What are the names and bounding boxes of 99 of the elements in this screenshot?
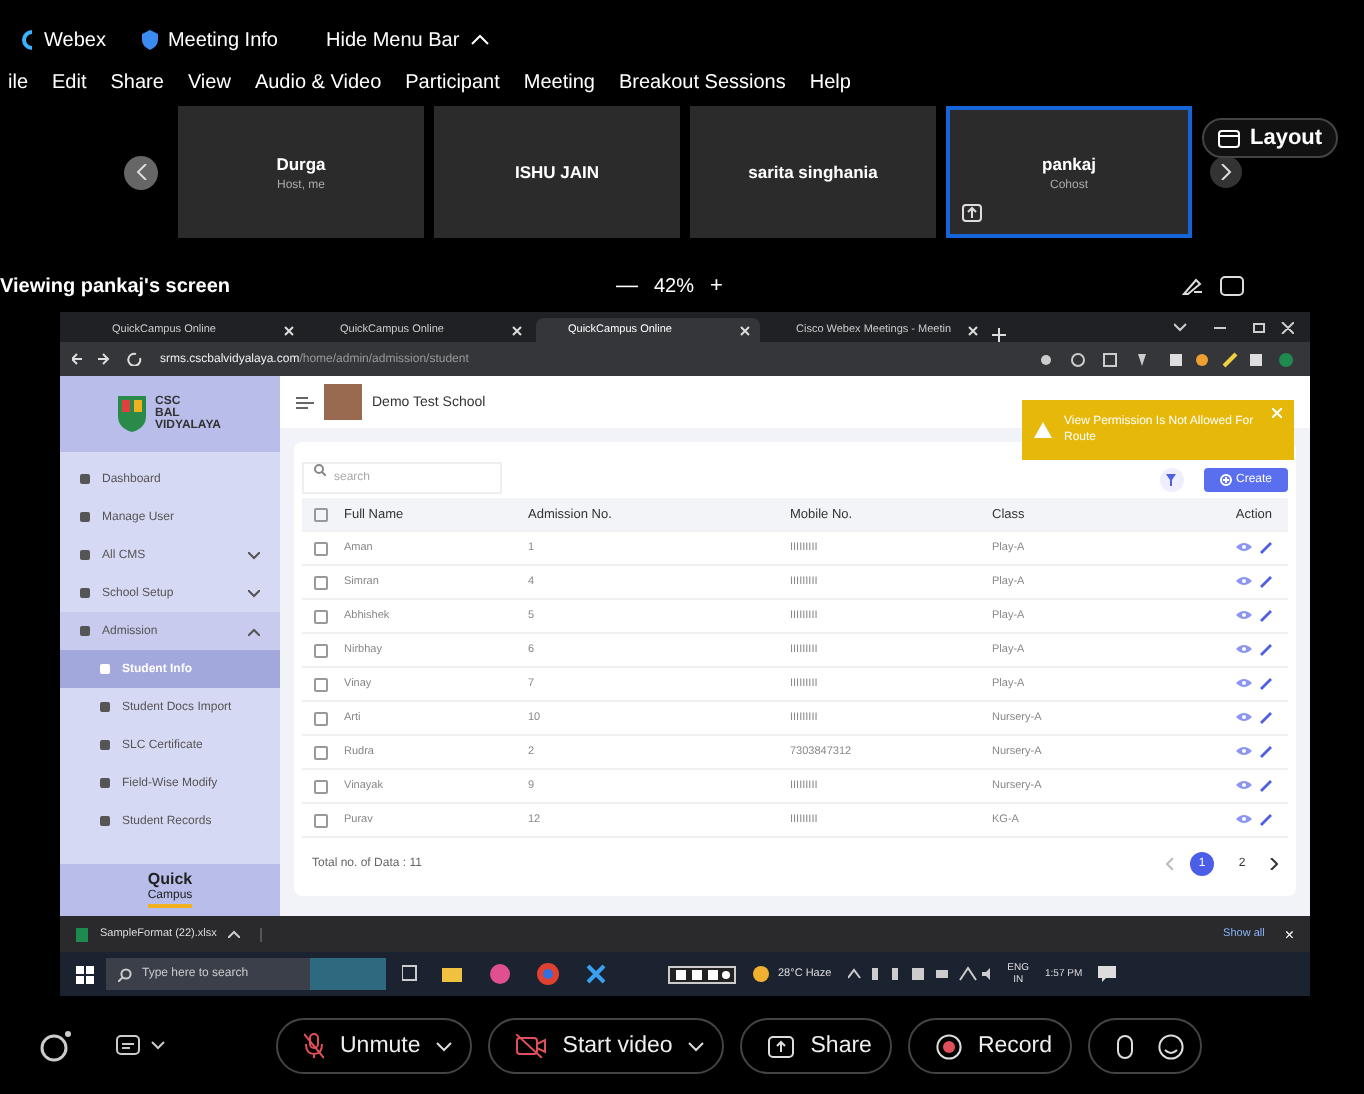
menu-item[interactable]: Help: [809, 72, 851, 104]
view-icon[interactable]: [1236, 712, 1252, 722]
chevron-left-icon: [135, 164, 147, 180]
layout-button[interactable]: Layout: [1202, 118, 1339, 158]
record-button[interactable]: Record: [907, 1018, 1073, 1074]
zoom-level: 42%: [654, 275, 695, 297]
search-icon: [314, 464, 326, 476]
edit-icon[interactable]: [1260, 576, 1272, 588]
close-button[interactable]: ×: [1284, 925, 1294, 943]
close-icon[interactable]: [512, 325, 522, 335]
close-icon[interactable]: [284, 325, 294, 335]
webex-logo-icon: [20, 30, 36, 50]
chevron-right-icon[interactable]: [1270, 858, 1278, 870]
menu-item[interactable]: Breakout Sessions: [618, 72, 786, 104]
warning-icon: [1034, 422, 1052, 438]
meeting-info-button[interactable]: Meeting Info: [141, 29, 278, 51]
row-checkbox[interactable]: [314, 813, 328, 827]
menu-item[interactable]: Share: [110, 72, 164, 104]
close-icon[interactable]: [740, 325, 750, 335]
app-name: Webex: [44, 29, 106, 51]
zoom-in-button[interactable]: +: [710, 274, 723, 298]
view-icon[interactable]: [1236, 542, 1252, 552]
row-checkbox[interactable]: [314, 677, 328, 691]
video-button[interactable]: Start video: [488, 1018, 725, 1074]
more-controls-button[interactable]: [1088, 1018, 1203, 1074]
row-checkbox[interactable]: [314, 745, 328, 759]
row-checkbox[interactable]: [314, 779, 328, 793]
plus-circle-icon: [1219, 474, 1232, 486]
menu-item[interactable]: Audio & Video: [254, 72, 382, 104]
menu-item[interactable]: Participant: [405, 72, 500, 104]
video-off-icon: [516, 1034, 547, 1058]
new-tab-icon[interactable]: [992, 328, 1006, 342]
shield-icon: [141, 30, 158, 50]
hide-menu-bar-button[interactable]: Hide Menu Bar: [326, 29, 490, 51]
select-all-checkbox[interactable]: [314, 507, 328, 521]
edit-icon[interactable]: [1260, 610, 1272, 622]
annotate-icon[interactable]: [1182, 276, 1205, 296]
participant-name: ISHU JAIN: [514, 162, 600, 182]
layout-icon: [1218, 129, 1240, 147]
view-icon[interactable]: [1236, 746, 1252, 756]
previous-button[interactable]: [124, 155, 158, 189]
edit-icon[interactable]: [1260, 542, 1272, 554]
menu-item[interactable]: ile: [8, 72, 29, 104]
row-checkbox[interactable]: [314, 711, 328, 725]
zoom-out-button[interactable]: —: [616, 274, 638, 298]
windows-logo-icon[interactable]: [76, 965, 94, 983]
crest-icon: [118, 396, 147, 432]
row-checkbox[interactable]: [314, 609, 328, 623]
viewing-label: Viewing pankaj's screen: [0, 275, 233, 297]
share-button[interactable]: Share: [740, 1018, 892, 1074]
circle-icon[interactable]: [40, 1030, 72, 1062]
row-checkbox[interactable]: [314, 643, 328, 657]
edit-icon[interactable]: [1260, 780, 1272, 792]
record-icon: [935, 1033, 962, 1059]
filter-button[interactable]: [1159, 468, 1184, 492]
view-icon[interactable]: [1236, 576, 1252, 586]
chevron-right-icon: [1220, 164, 1232, 180]
next-button[interactable]: [1210, 156, 1242, 188]
view-icon[interactable]: [1236, 678, 1252, 688]
weather-icon: [752, 966, 770, 982]
view-icon[interactable]: [1236, 814, 1252, 824]
camera-toolbar-drawing: [668, 965, 736, 983]
emoji-icon: [1158, 1033, 1185, 1059]
row-checkbox[interactable]: [314, 541, 328, 555]
search-highlight-picture: [310, 958, 386, 990]
chevron-up-icon: [228, 930, 241, 938]
chevron-up-icon: [469, 34, 490, 46]
edit-icon[interactable]: [1260, 644, 1272, 656]
participant-tile[interactable]: sarita singhania: [690, 106, 936, 238]
participant-name: sarita singhania: [748, 162, 878, 182]
view-icon[interactable]: [1236, 610, 1252, 620]
filter-icon: [1166, 474, 1177, 486]
close-icon[interactable]: [968, 325, 978, 335]
participant-name: Durga: [276, 153, 326, 173]
menu-item[interactable]: Edit: [52, 72, 87, 104]
mute-button[interactable]: Unmute: [276, 1018, 473, 1074]
view-icon[interactable]: [1236, 644, 1252, 654]
participant-tile[interactable]: ISHU JAIN: [434, 106, 680, 238]
search-icon: [118, 967, 132, 981]
menu-item[interactable]: Meeting: [523, 72, 595, 104]
view-icon[interactable]: [1236, 780, 1252, 790]
muted-microphone-icon: [304, 1032, 324, 1060]
spreadsheet-icon: [76, 927, 88, 941]
share-icon: [768, 1035, 795, 1057]
notification-icon[interactable]: [1098, 966, 1117, 982]
chevron-down-icon: [436, 1041, 453, 1051]
edit-icon[interactable]: [1260, 746, 1272, 758]
edit-icon[interactable]: [1260, 678, 1272, 690]
menu-item[interactable]: View: [187, 72, 231, 104]
screen-share-icon: [962, 204, 982, 222]
edit-icon[interactable]: [1260, 814, 1272, 826]
participant-name: pankaj: [1042, 153, 1096, 173]
captions-icon[interactable]: [116, 1034, 168, 1058]
window-icon[interactable]: [1220, 276, 1245, 296]
chevron-down-icon: [688, 1041, 705, 1051]
photo-placeholder: [324, 384, 362, 420]
edit-icon[interactable]: [1260, 712, 1272, 724]
window-controls-icon[interactable]: [1174, 321, 1294, 333]
row-checkbox[interactable]: [314, 575, 328, 589]
